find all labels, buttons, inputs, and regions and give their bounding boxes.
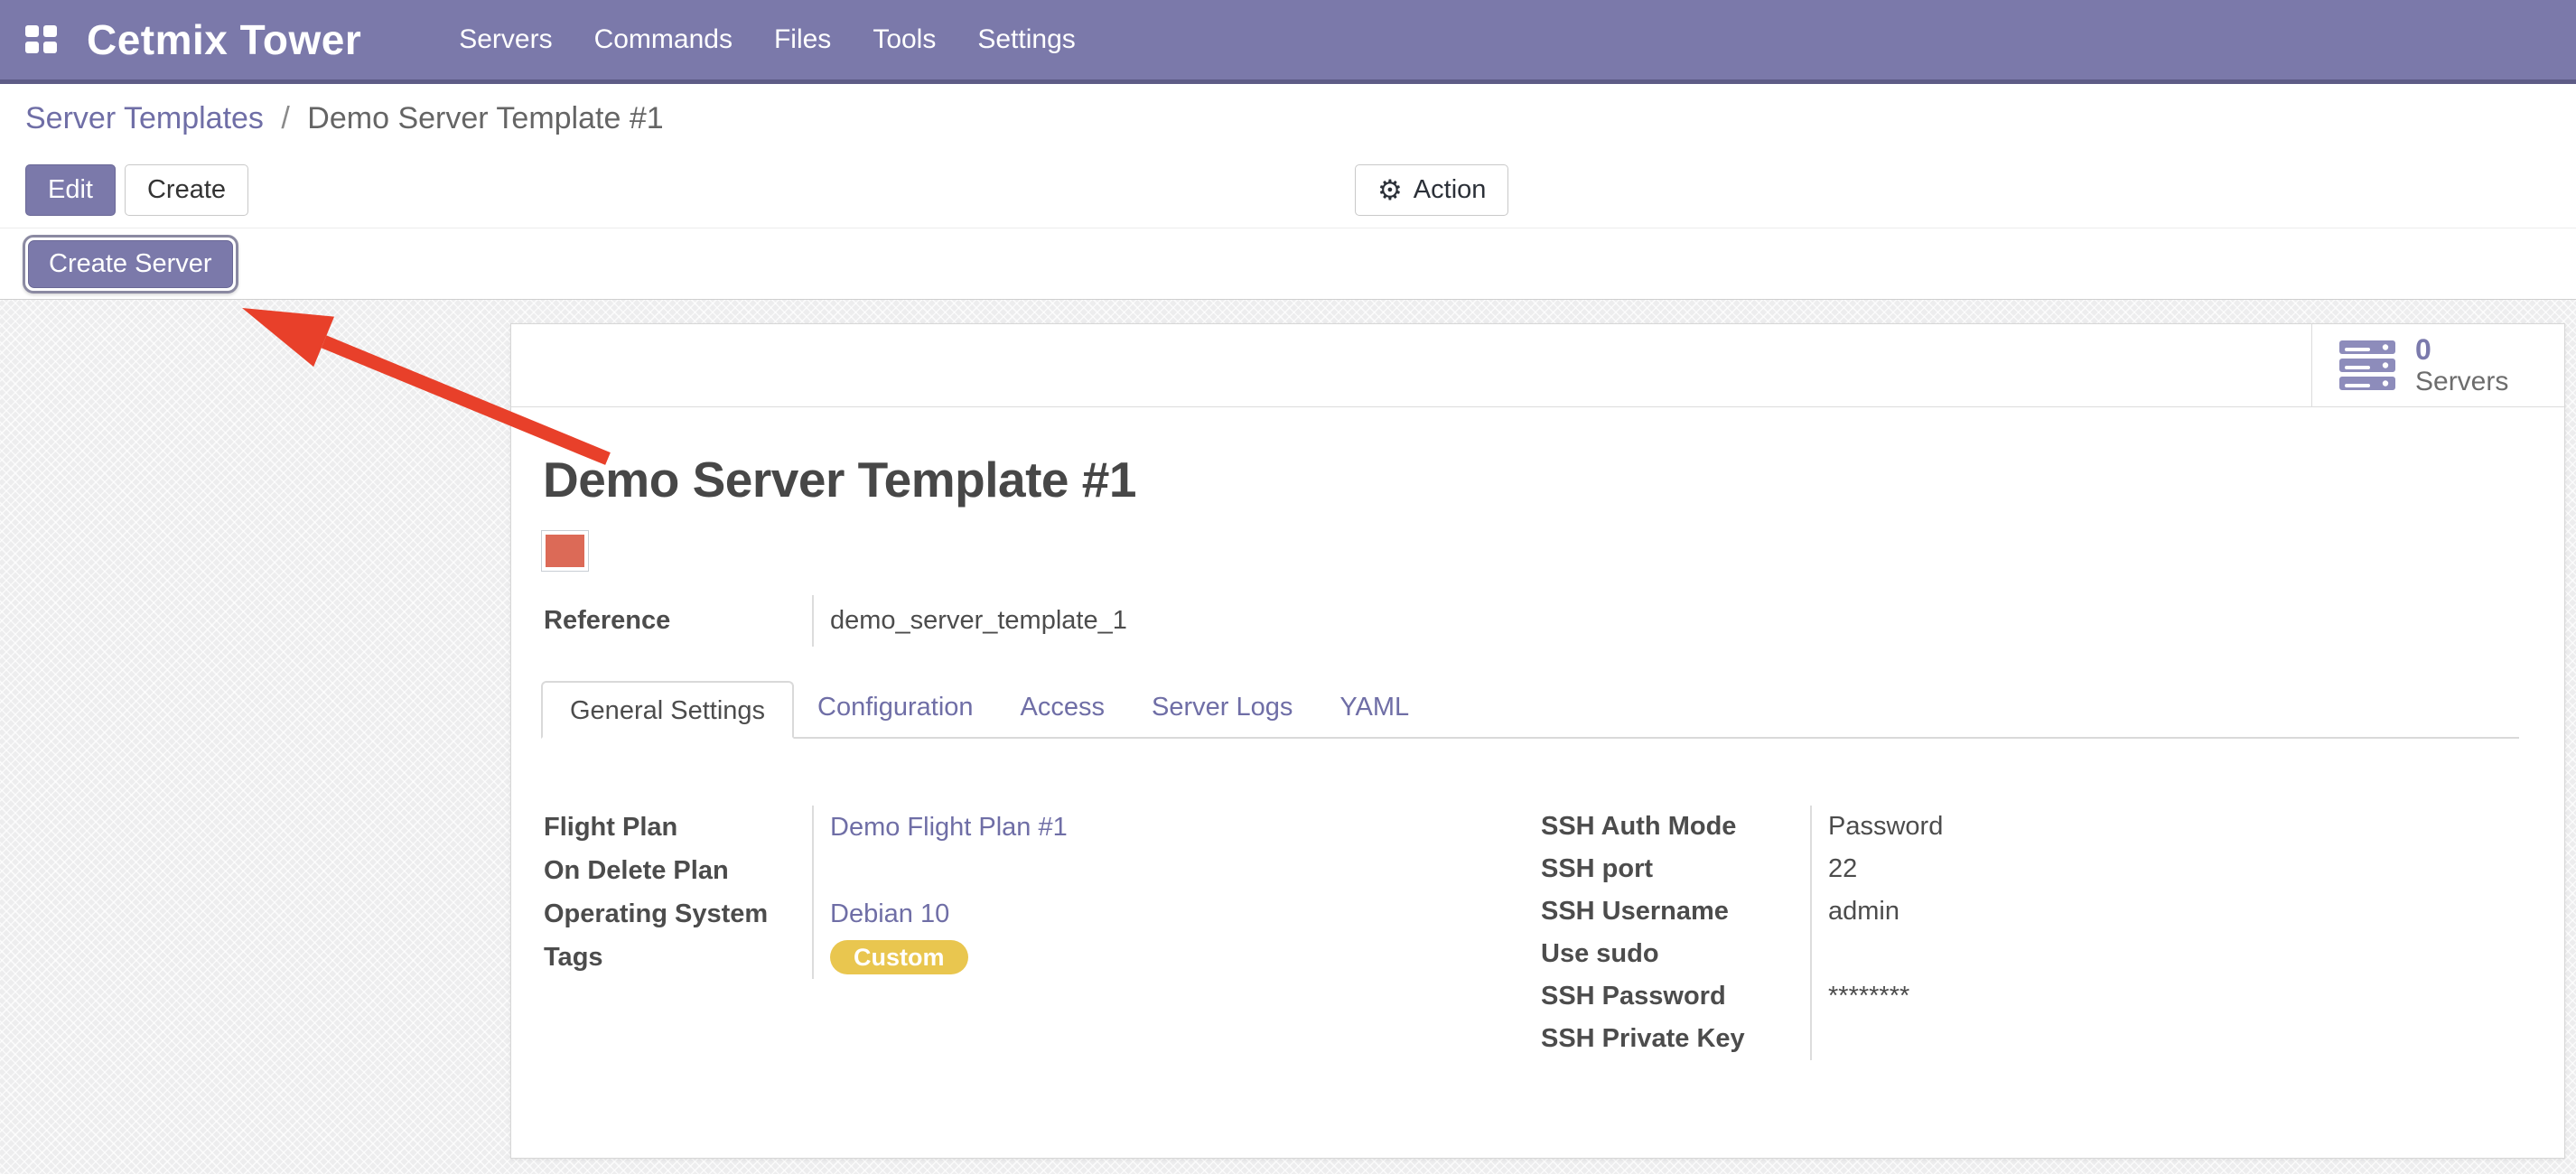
tab-yaml[interactable]: YAML	[1316, 679, 1433, 737]
reference-label: Reference	[544, 606, 812, 636]
apps-grid-icon[interactable]	[25, 25, 58, 54]
field-group-right: SSH Auth Mode Password SSH port 22 SSH Usern…	[1541, 806, 2498, 1060]
tab-general-settings[interactable]: General Settings	[541, 681, 794, 739]
menu-item-files[interactable]: Files	[774, 24, 831, 55]
menu-item-servers[interactable]: Servers	[459, 24, 552, 55]
field-row-operating-system: Operating System Debian 10	[544, 892, 1501, 936]
control-panel: Server Templates / Demo Server Template …	[0, 89, 2576, 228]
field-label-tags: Tags	[544, 943, 812, 973]
breadcrumb-current: Demo Server Template #1	[307, 101, 663, 135]
breadcrumb: Server Templates / Demo Server Template …	[25, 101, 664, 136]
menu-item-commands[interactable]: Commands	[594, 24, 733, 55]
field-row-flight-plan: Flight Plan Demo Flight Plan #1	[544, 806, 1501, 849]
tab-access[interactable]: Access	[997, 679, 1128, 737]
field-value-ssh-port: 22	[1828, 854, 1857, 884]
field-label-ssh-username: SSH Username	[1541, 897, 1810, 927]
field-row-on-delete-plan: On Delete Plan	[544, 849, 1501, 892]
action-button[interactable]: ⚙ Action	[1355, 164, 1508, 216]
gear-icon: ⚙	[1377, 176, 1403, 204]
notebook-tabs: General SettingsConfigurationAccessServe…	[541, 681, 2519, 739]
field-row-use-sudo: Use sudo	[1541, 933, 2498, 975]
color-swatch-fill	[546, 535, 584, 567]
page: Cetmix Tower ServersCommandsFilesToolsSe…	[0, 0, 2576, 1174]
top-navbar: Cetmix Tower ServersCommandsFilesToolsSe…	[0, 0, 2576, 84]
field-label-on-delete-plan: On Delete Plan	[544, 856, 812, 886]
create-button[interactable]: Create	[125, 164, 248, 216]
tab-server-logs[interactable]: Server Logs	[1128, 679, 1316, 737]
field-label-operating-system: Operating System	[544, 899, 812, 929]
field-link-debian-10[interactable]: Debian 10	[830, 899, 949, 929]
field-row-ssh-username: SSH Username admin	[1541, 890, 2498, 933]
tag-badge-custom: Custom	[830, 940, 968, 974]
record-sheet: 0 Servers Demo Server Template #1 Refere…	[510, 323, 2565, 1159]
record-title: Demo Server Template #1	[543, 451, 1136, 508]
servers-stat-button[interactable]: 0 Servers	[2311, 324, 2564, 406]
field-value-ssh-password: ********	[1828, 982, 1909, 1011]
field-value-ssh-username: admin	[1828, 897, 1899, 927]
field-group-left: Flight Plan Demo Flight Plan #1 On Delete …	[544, 806, 1501, 979]
field-row-ssh-auth-mode: SSH Auth Mode Password	[1541, 806, 2498, 848]
field-label-ssh-auth-mode: SSH Auth Mode	[1541, 812, 1810, 842]
field-value-ssh-auth-mode: Password	[1828, 812, 1943, 842]
breadcrumb-separator: /	[272, 101, 298, 135]
tab-configuration[interactable]: Configuration	[794, 679, 997, 737]
reference-value: demo_server_template_1	[830, 606, 1127, 636]
create-server-button[interactable]: Create Server	[28, 240, 233, 288]
field-label-use-sudo: Use sudo	[1541, 939, 1810, 969]
control-panel-buttons: Edit Create	[25, 164, 248, 216]
field-row-ssh-private-key: SSH Private Key	[1541, 1018, 2498, 1060]
servers-count: 0	[2415, 334, 2508, 366]
field-label-ssh-password: SSH Password	[1541, 982, 1810, 1011]
server-stack-icon	[2339, 340, 2395, 391]
main-menu: Servers Commands Files Tools Settings	[459, 24, 1076, 55]
menu-item-settings[interactable]: Settings	[977, 24, 1075, 55]
app-brand[interactable]: Cetmix Tower	[87, 15, 361, 64]
button-box: 0 Servers	[511, 324, 2564, 407]
action-button-label: Action	[1414, 175, 1487, 205]
servers-label: Servers	[2415, 367, 2508, 396]
field-label-ssh-port: SSH port	[1541, 854, 1810, 884]
edit-button[interactable]: Edit	[25, 164, 116, 216]
breadcrumb-parent-link[interactable]: Server Templates	[25, 101, 264, 135]
statusbar: Create Server	[0, 228, 2576, 300]
create-server-highlight-ring: Create Server	[23, 235, 238, 294]
reference-field: Reference demo_server_template_1	[544, 595, 1537, 647]
color-picker-swatch[interactable]	[541, 530, 589, 572]
menu-item-tools[interactable]: Tools	[873, 24, 936, 55]
field-label-flight-plan: Flight Plan	[544, 813, 812, 843]
field-link-demo-flight-plan-1[interactable]: Demo Flight Plan #1	[830, 813, 1068, 843]
field-row-tags: Tags Custom	[544, 936, 1501, 979]
field-row-ssh-port: SSH port 22	[1541, 848, 2498, 890]
field-row-ssh-password: SSH Password ********	[1541, 975, 2498, 1018]
field-label-ssh-private-key: SSH Private Key	[1541, 1024, 1810, 1054]
